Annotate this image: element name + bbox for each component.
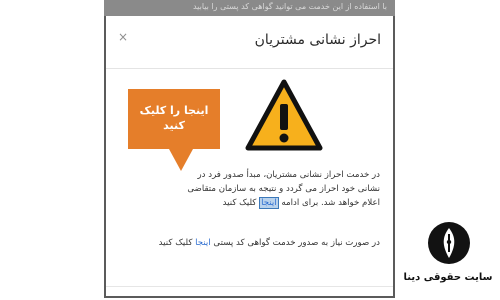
background-text: با استفاده از این خدمت می توانید گواهی ک… xyxy=(192,2,387,11)
postal-certificate-link[interactable]: اینجا xyxy=(195,238,211,248)
postal-text: در صورت نیاز به صدور خدمت گواهی کد پستی xyxy=(210,238,380,248)
description-text: در خدمت احراز نشانی مشتریان، مبدأ صدور ف… xyxy=(187,170,380,208)
close-icon[interactable]: × xyxy=(118,30,128,44)
warning-icon xyxy=(245,79,323,151)
verification-description: در خدمت احراز نشانی مشتریان، مبدأ صدور ف… xyxy=(186,168,380,210)
customer-address-verification-dialog: احراز نشانی مشتریان × اینجا را کلیک کنید… xyxy=(104,16,395,298)
dialog-title: احراز نشانی مشتریان xyxy=(254,32,381,48)
site-logo: سایت حقوقی دینا xyxy=(398,222,498,298)
verification-link[interactable]: اینجا xyxy=(259,197,279,209)
site-name: سایت حقوقی دینا xyxy=(403,272,493,283)
description-text-end: کلیک کنید xyxy=(222,198,260,208)
dialog-header: احراز نشانی مشتریان × xyxy=(106,16,393,69)
click-here-callout: اینجا را کلیک کنید xyxy=(128,89,220,149)
pen-nib-icon xyxy=(443,228,455,258)
postal-text-end: کلیک کنید xyxy=(158,238,196,248)
callout-text: اینجا را کلیک کنید xyxy=(139,104,209,132)
dialog-footer-divider xyxy=(106,286,393,287)
postal-certificate-description: در صورت نیاز به صدور خدمت گواهی کد پستی … xyxy=(130,236,380,250)
background-page-strip: با استفاده از این خدمت می توانید گواهی ک… xyxy=(104,0,395,16)
logo-circle xyxy=(428,222,470,264)
